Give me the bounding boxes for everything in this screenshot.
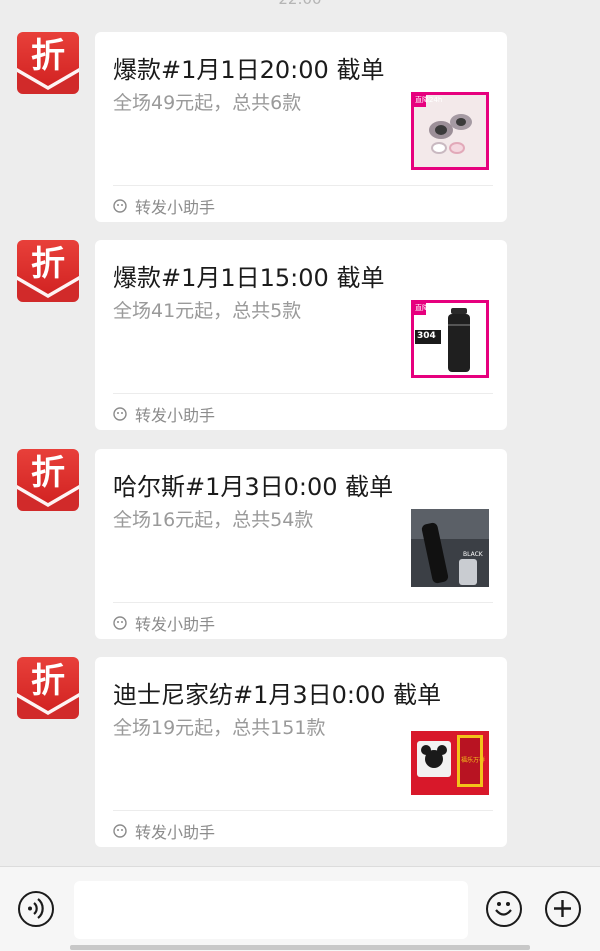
plus-icon xyxy=(554,900,571,917)
thumb-label: 304 xyxy=(417,331,436,341)
footer-label: 转发小助手 xyxy=(135,615,216,634)
message-card[interactable]: 迪士尼家纺#1月3日0:00 截单 全场19元起，总共151款 福乐万祥 转发小… xyxy=(95,657,507,847)
message-title: 哈尔斯#1月3日0:00 截单 xyxy=(113,473,394,501)
emoji-icon xyxy=(495,902,512,916)
message-title: 迪士尼家纺#1月3日0:00 截单 xyxy=(113,681,442,709)
message-footer: 转发小助手 xyxy=(113,402,215,426)
divider xyxy=(113,185,493,186)
message-title: 爆款#1月1日20:00 截单 xyxy=(113,56,385,84)
chat-message: 折 爆款#1月1日15:00 截单 全场41元起，总共5款 直降24h 304 xyxy=(0,240,600,430)
divider xyxy=(113,602,493,603)
product-thumbnail: 福乐万祥 xyxy=(411,717,489,795)
avatar[interactable]: 折 xyxy=(17,32,79,94)
message-card[interactable]: 爆款#1月1日20:00 截单 全场49元起，总共6款 直降24h 转发小助手 xyxy=(95,32,507,222)
message-description: 全场49元起，总共6款 xyxy=(113,92,302,114)
emoji-button[interactable] xyxy=(486,891,522,927)
voice-icon xyxy=(28,898,44,919)
avatar[interactable]: 折 xyxy=(17,240,79,302)
mini-program-icon xyxy=(113,407,127,421)
divider xyxy=(113,810,493,811)
chat-message: 折 迪士尼家纺#1月3日0:00 截单 全场19元起，总共151款 福乐万祥 转… xyxy=(0,657,600,847)
thumb-badge: 直降24h xyxy=(415,96,443,104)
footer-label: 转发小助手 xyxy=(135,823,216,842)
mini-program-icon xyxy=(113,199,127,213)
footer-label: 转发小助手 xyxy=(135,406,216,425)
timestamp: 22:00 xyxy=(0,0,600,8)
message-description: 全场41元起，总共5款 xyxy=(113,300,302,322)
discount-logo-icon: 折 xyxy=(31,661,65,701)
input-toolbar xyxy=(0,866,600,951)
discount-logo-icon: 折 xyxy=(31,36,65,76)
message-input[interactable] xyxy=(74,881,468,939)
mini-program-icon xyxy=(113,824,127,838)
avatar[interactable]: 折 xyxy=(17,449,79,511)
thumb-badge: 直降24h xyxy=(415,304,443,312)
message-footer: 转发小助手 xyxy=(113,194,215,218)
footer-label: 转发小助手 xyxy=(135,198,216,217)
product-thumbnail: 直降24h 304 xyxy=(411,300,489,378)
divider xyxy=(113,393,493,394)
message-card[interactable]: 爆款#1月1日15:00 截单 全场41元起，总共5款 直降24h 304 转发 xyxy=(95,240,507,430)
product-thumbnail: 直降24h xyxy=(411,92,489,170)
product-thumbnail: BLACK xyxy=(411,509,489,587)
voice-button[interactable] xyxy=(18,891,54,927)
message-footer: 转发小助手 xyxy=(113,611,215,635)
chat-message: 折 哈尔斯#1月3日0:00 截单 全场16元起，总共54款 BLACK 转发小… xyxy=(0,449,600,639)
thumb-label: BLACK xyxy=(463,551,483,558)
discount-logo-icon: 折 xyxy=(31,244,65,284)
home-indicator xyxy=(70,945,530,950)
chat-message: 折 爆款#1月1日20:00 截单 全场49元起，总共6款 直降24h 转发小助… xyxy=(0,32,600,222)
discount-logo-icon: 折 xyxy=(31,453,65,493)
message-footer: 转发小助手 xyxy=(113,819,215,843)
message-title: 爆款#1月1日15:00 截单 xyxy=(113,264,385,292)
avatar[interactable]: 折 xyxy=(17,657,79,719)
thumb-label: 福乐万祥 xyxy=(461,757,486,764)
plus-button[interactable] xyxy=(545,891,581,927)
message-description: 全场19元起，总共151款 xyxy=(113,717,326,739)
message-description: 全场16元起，总共54款 xyxy=(113,509,314,531)
message-card[interactable]: 哈尔斯#1月3日0:00 截单 全场16元起，总共54款 BLACK 转发小助手 xyxy=(95,449,507,639)
mini-program-icon xyxy=(113,616,127,630)
